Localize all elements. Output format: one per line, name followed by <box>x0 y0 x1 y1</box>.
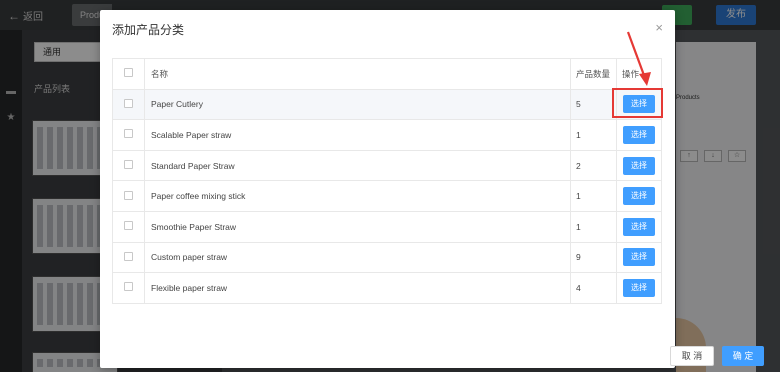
select-button[interactable]: 选择 <box>623 125 655 144</box>
table-row: Scalable Paper straw 1 选择 <box>112 119 662 151</box>
category-name: Scalable Paper straw <box>144 119 571 151</box>
product-count: 5 <box>570 88 617 121</box>
category-name: Custom paper straw <box>144 241 571 274</box>
category-name: Smoothie Paper Straw <box>144 210 571 243</box>
select-button[interactable]: 选择 <box>623 278 655 297</box>
product-count: 1 <box>570 180 617 212</box>
table-row: Flexible paper straw 4 选择 <box>112 272 662 304</box>
row-checkbox[interactable] <box>124 190 133 200</box>
product-count: 1 <box>570 119 617 151</box>
row-checkbox[interactable] <box>124 251 133 261</box>
table-row: Paper Cutlery 5 选择 <box>112 88 662 121</box>
close-icon[interactable]: × <box>655 20 663 35</box>
header-checkbox-cell <box>112 58 145 90</box>
select-all-checkbox[interactable] <box>124 68 133 78</box>
select-button[interactable]: 选择 <box>623 187 655 206</box>
category-table: 名称 产品数量 操作 Paper Cutlery 5 选择 Scalable P… <box>112 58 662 304</box>
row-checkbox[interactable] <box>124 221 133 231</box>
table-row: Paper coffee mixing stick 1 选择 <box>112 180 662 212</box>
column-header-name: 名称 <box>144 58 571 90</box>
category-name: Flexible paper straw <box>144 272 571 304</box>
add-category-dialog: 添加产品分类 × 名称 产品数量 操作 Paper Cutlery 5 选择 S… <box>100 10 764 368</box>
product-count: 1 <box>570 210 617 243</box>
column-header-action: 操作 <box>616 58 662 90</box>
cancel-button[interactable]: 取 消 <box>670 346 714 366</box>
column-header-count: 产品数量 <box>570 58 617 90</box>
table-row: Custom paper straw 9 选择 <box>112 241 662 274</box>
select-button[interactable]: 选择 <box>623 156 655 175</box>
table-row: Smoothie Paper Straw 1 选择 <box>112 210 662 243</box>
select-button[interactable]: 选择 <box>623 217 655 236</box>
product-count: 9 <box>570 241 617 274</box>
category-name: Paper coffee mixing stick <box>144 180 571 212</box>
row-checkbox[interactable] <box>124 129 133 139</box>
row-checkbox[interactable] <box>124 98 133 108</box>
select-button[interactable]: 选择 <box>623 248 655 267</box>
product-count: 4 <box>570 272 617 304</box>
confirm-button[interactable]: 确 定 <box>722 346 764 366</box>
product-count: 2 <box>570 149 617 182</box>
category-name: Paper Cutlery <box>144 88 571 121</box>
row-checkbox[interactable] <box>124 282 133 292</box>
category-name: Standard Paper Straw <box>144 149 571 182</box>
table-header-row: 名称 产品数量 操作 <box>112 58 662 90</box>
select-button[interactable]: 选择 <box>623 95 655 114</box>
dialog-title: 添加产品分类 <box>112 23 185 37</box>
table-row: Standard Paper Straw 2 选择 <box>112 149 662 182</box>
row-checkbox[interactable] <box>124 160 133 170</box>
